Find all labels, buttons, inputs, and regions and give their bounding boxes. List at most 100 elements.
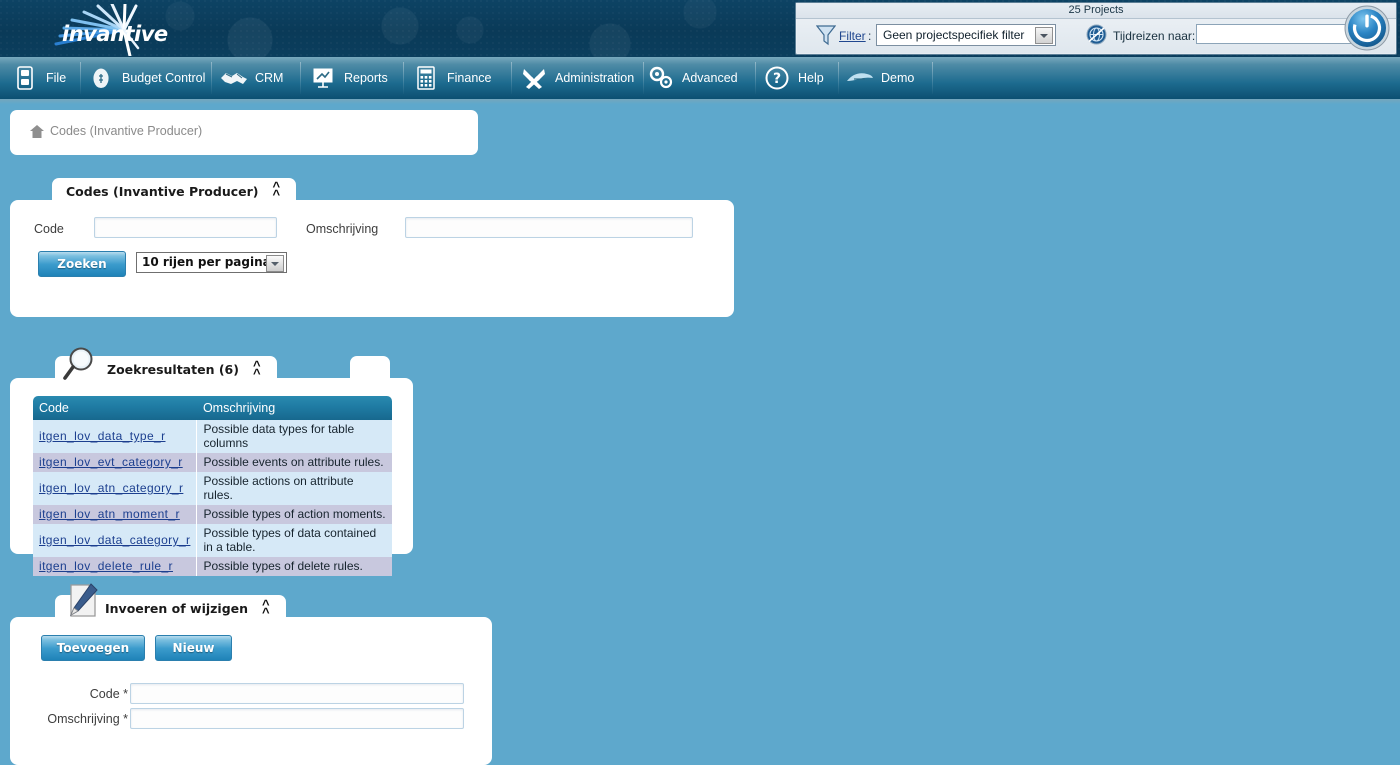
results-table: Code Omschrijving itgen_lov_data_type_r … (33, 396, 392, 576)
main-navigation-bar: File Budget Control CRM (0, 57, 1400, 101)
search-code-input[interactable] (94, 217, 277, 238)
nav-item-finance[interactable]: Finance (411, 57, 491, 99)
nav-item-administration[interactable]: Administration (519, 57, 634, 99)
results-panel-title: Zoekresultaten (6) (107, 362, 239, 377)
nav-divider (755, 62, 756, 94)
pencil-document-icon (63, 583, 103, 621)
home-icon[interactable] (30, 125, 44, 138)
breadcrumb-text[interactable]: Codes (Invantive Producer) (50, 124, 202, 138)
table-row[interactable]: itgen_lov_data_category_r Possible types… (33, 524, 392, 557)
code-link[interactable]: itgen_lov_data_type_r (39, 429, 166, 443)
chevron-down-icon[interactable] (1035, 27, 1053, 44)
code-link[interactable]: itgen_lov_atn_moment_r (39, 507, 180, 521)
nav-item-advanced[interactable]: Advanced (646, 57, 738, 99)
nav-divider (838, 62, 839, 94)
cell-code: itgen_lov_atn_category_r (33, 472, 197, 505)
search-panel: Code Omschrijving Zoeken 10 rijen per pa… (10, 200, 734, 317)
calculator-icon (411, 66, 441, 90)
brand-name: invantive (62, 22, 168, 46)
table-row[interactable]: itgen_lov_delete_rule_r Possible types o… (33, 557, 392, 576)
search-omschrijving-label: Omschrijving (306, 222, 378, 236)
nav-item-budget-control[interactable]: Budget Control (86, 57, 205, 99)
brand-logo[interactable]: invantive (26, 4, 201, 56)
toevoegen-button[interactable]: Toevoegen (41, 635, 145, 661)
globe-clock-icon (1086, 24, 1107, 45)
edit-panel-tab[interactable]: Invoeren of wijzigen ^^ (55, 595, 286, 622)
table-row[interactable]: itgen_lov_atn_moment_r Possible types of… (33, 505, 392, 524)
cell-omschrijving: Possible actions on attribute rules. (197, 472, 392, 505)
money-bag-icon (86, 66, 116, 90)
file-cabinet-icon (10, 66, 40, 90)
edit-omschrijving-label: Omschrijving * (23, 712, 128, 726)
nav-item-file[interactable]: File (10, 57, 66, 99)
nav-label-file: File (46, 71, 66, 85)
chevron-up-icon[interactable]: ^^ (273, 183, 281, 199)
edit-omschrijving-input[interactable] (130, 708, 464, 729)
nav-label-crm: CRM (255, 71, 283, 85)
results-panel-tab[interactable]: Zoekresultaten (6) ^^ (55, 356, 277, 383)
edit-code-label: Code * (78, 687, 128, 701)
cell-code: itgen_lov_data_category_r (33, 524, 197, 557)
chevron-down-icon[interactable] (266, 255, 284, 272)
power-icon (1344, 5, 1390, 51)
nav-divider (403, 62, 404, 94)
nav-divider (211, 62, 212, 94)
column-header-code[interactable]: Code (33, 396, 197, 420)
nieuw-button[interactable]: Nieuw (155, 635, 232, 661)
code-link[interactable]: itgen_lov_data_category_r (39, 533, 190, 547)
table-row[interactable]: itgen_lov_atn_category_r Possible action… (33, 472, 392, 505)
breadcrumb: Codes (Invantive Producer) (10, 110, 478, 155)
demo-swoosh-icon (845, 69, 875, 87)
filter-link[interactable]: Filter (839, 29, 866, 43)
project-filter-panel: 25 Projects Filter : Geen projectspecifi… (795, 2, 1397, 55)
nav-divider (80, 62, 81, 94)
timetravel-input[interactable] (1196, 24, 1358, 44)
project-filter-value: Geen projectspecifiek filter (883, 28, 1024, 42)
zoeken-button[interactable]: Zoeken (38, 251, 126, 277)
logout-power-button[interactable] (1344, 5, 1390, 51)
nav-label-help: Help (798, 71, 824, 85)
cell-omschrijving: Possible types of data contained in a ta… (197, 524, 392, 557)
funnel-icon (816, 24, 836, 46)
nav-item-demo[interactable]: Demo (845, 57, 914, 99)
cell-omschrijving: Possible data types for table columns (197, 420, 392, 453)
handshake-icon (219, 68, 249, 88)
presentation-chart-icon (308, 66, 338, 90)
cell-code: itgen_lov_data_type_r (33, 420, 197, 453)
search-panel-title: Codes (Invantive Producer) (66, 184, 259, 199)
table-row[interactable]: itgen_lov_data_type_r Possible data type… (33, 420, 392, 453)
search-omschrijving-input[interactable] (405, 217, 693, 238)
search-code-label: Code (34, 222, 64, 236)
nav-divider (300, 62, 301, 94)
nav-item-help[interactable]: ? Help (762, 57, 824, 99)
edit-code-input[interactable] (130, 683, 464, 704)
application-window: invantive 25 Projects Filter : Geen proj… (0, 0, 1400, 765)
timetravel-label: Tijdreizen naar: (1113, 29, 1195, 43)
search-panel-tab[interactable]: Codes (Invantive Producer) ^^ (52, 178, 296, 204)
nav-label-administration: Administration (555, 71, 634, 85)
results-table-body: itgen_lov_data_type_r Possible data type… (33, 420, 392, 576)
gears-icon (646, 65, 676, 91)
edit-panel-title: Invoeren of wijzigen (105, 601, 248, 616)
nav-item-reports[interactable]: Reports (308, 57, 388, 99)
nav-label-reports: Reports (344, 71, 388, 85)
filter-colon: : (868, 29, 871, 43)
chevron-up-icon[interactable]: ^^ (262, 601, 270, 617)
chevron-up-icon[interactable]: ^^ (253, 362, 261, 378)
project-count-label: 25 Projects (796, 3, 1396, 19)
cell-code: itgen_lov_evt_category_r (33, 453, 197, 472)
nav-label-advanced: Advanced (682, 71, 738, 85)
code-link[interactable]: itgen_lov_atn_category_r (39, 481, 183, 495)
nav-item-crm[interactable]: CRM (219, 57, 283, 99)
column-header-omschrijving[interactable]: Omschrijving (197, 396, 392, 420)
results-panel: Code Omschrijving itgen_lov_data_type_r … (10, 378, 413, 554)
code-link[interactable]: itgen_lov_evt_category_r (39, 455, 183, 469)
nav-label-budget-control: Budget Control (122, 71, 205, 85)
code-link[interactable]: itgen_lov_delete_rule_r (39, 559, 173, 573)
project-filter-select[interactable]: Geen projectspecifiek filter (876, 24, 1056, 46)
results-extra-tab[interactable] (350, 356, 390, 382)
svg-text:?: ? (773, 71, 781, 87)
table-row[interactable]: itgen_lov_evt_category_r Possible events… (33, 453, 392, 472)
rows-per-page-select[interactable]: 10 rijen per pagina (136, 252, 287, 273)
tools-wrench-icon (519, 66, 549, 90)
